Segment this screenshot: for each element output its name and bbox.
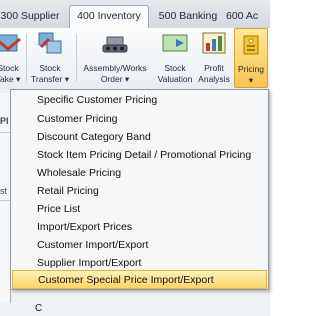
stock-valuation-label-2: Valuation xyxy=(157,74,193,84)
menu-item-customer-special-price-import-export[interactable]: Customer Special Price Import/Export xyxy=(12,270,267,289)
assembly-works-order-icon xyxy=(100,31,130,55)
pricing-dropdown-menu: Specific Customer Pricing Customer Prici… xyxy=(10,89,269,290)
ribbon-toolbar: Stock Take ▾ Stock Transfer ▾ Assembly/W… xyxy=(0,28,270,90)
partial-text-below-menu: C xyxy=(35,303,43,314)
menu-item-discount-category-band[interactable]: Discount Category Band xyxy=(12,128,267,147)
profit-analysis-button[interactable]: Profit Analysis xyxy=(196,28,232,88)
menu-item-wholesale-pricing[interactable]: Wholesale Pricing xyxy=(12,164,267,183)
background-divider xyxy=(0,200,10,201)
pricing-label-1: Pricing xyxy=(238,64,264,74)
stock-take-icon xyxy=(0,31,23,55)
menu-item-customer-import-export[interactable]: Customer Import/Export xyxy=(12,236,267,255)
assembly-works-order-label-1: Assembly/Works xyxy=(83,63,147,73)
profit-analysis-label-2: Analysis xyxy=(198,74,230,84)
tab-accounts[interactable]: 600 Ac xyxy=(226,6,274,28)
tab-banking[interactable]: 500 Banking xyxy=(156,6,220,28)
ribbon-separator xyxy=(76,34,77,82)
pricing-button[interactable]: Pricing ▾ xyxy=(234,28,268,88)
menu-item-specific-customer-pricing[interactable]: Specific Customer Pricing xyxy=(12,91,267,110)
assembly-works-order-button[interactable]: Assembly/Works Order ▾ xyxy=(78,28,152,88)
menu-item-price-list[interactable]: Price List xyxy=(12,200,267,219)
menu-item-stock-item-pricing-detail[interactable]: Stock Item Pricing Detail / Promotional … xyxy=(12,146,267,165)
tab-inventory[interactable]: 400 Inventory xyxy=(69,5,149,29)
background-snippet: Pl xyxy=(0,116,9,126)
menu-item-retail-pricing[interactable]: Retail Pricing xyxy=(12,182,267,201)
profit-analysis-icon xyxy=(199,31,229,55)
background-divider xyxy=(0,132,10,133)
ribbon-separator xyxy=(26,34,27,82)
background-snippet: st xyxy=(0,186,8,196)
assembly-works-order-label-2: Order ▾ xyxy=(100,74,130,84)
stock-transfer-button[interactable]: Stock Transfer ▾ xyxy=(28,28,72,88)
stock-valuation-label-1: Stock xyxy=(164,63,186,73)
stock-transfer-icon xyxy=(35,31,65,55)
pricing-label-2: ▾ xyxy=(248,75,254,85)
module-tab-strip: 300 Supplier 400 Inventory 500 Banking 6… xyxy=(0,0,270,29)
menu-item-import-export-prices[interactable]: Import/Export Prices xyxy=(12,218,267,237)
stock-valuation-icon xyxy=(160,31,190,55)
profit-analysis-label-1: Profit xyxy=(204,63,224,73)
menu-item-customer-pricing[interactable]: Customer Pricing xyxy=(12,110,267,129)
stock-valuation-button[interactable]: Stock Valuation xyxy=(154,28,196,88)
tab-supplier[interactable]: 300 Supplier xyxy=(0,6,66,28)
stock-transfer-label-2: Transfer ▾ xyxy=(31,74,69,84)
pricing-icon xyxy=(236,32,266,56)
stock-take-label-2: Take ▾ xyxy=(0,74,21,84)
stock-take-button[interactable]: Stock Take ▾ xyxy=(0,28,24,88)
stock-take-label-1: Stock xyxy=(0,63,19,73)
stock-transfer-label-1: Stock xyxy=(39,63,61,73)
